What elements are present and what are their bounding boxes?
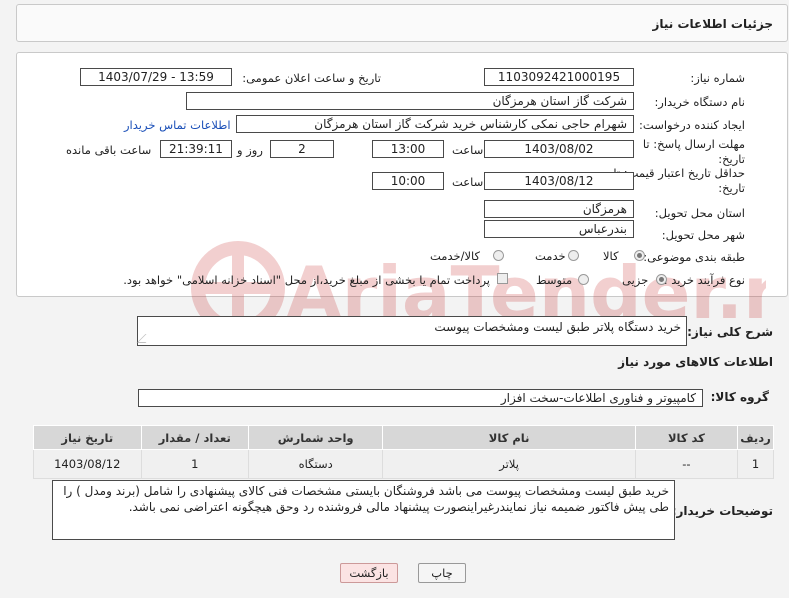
back-button[interactable]: بازگشت bbox=[340, 563, 398, 583]
cell-need-date: 1403/08/12 bbox=[33, 449, 142, 479]
remaining-days-field: 2 bbox=[270, 140, 334, 158]
cell-item-code: -- bbox=[634, 449, 738, 479]
delivery-province-field: هرمزگان bbox=[484, 200, 634, 218]
buyer-org-field: شرکت گاز استان هرمزگان bbox=[186, 92, 634, 110]
cell-row-number: 1 bbox=[736, 449, 775, 479]
buyer-notes-label: توضیحات خریدار: bbox=[671, 504, 773, 518]
buyer-notes-text: خرید طبق لیست ومشخصات پیوست می باشد فروش… bbox=[63, 484, 669, 514]
requester-field: شهرام حاجی نمکی کارشناس خرید شرکت گاز اس… bbox=[236, 115, 634, 133]
days-label: روز و bbox=[237, 143, 263, 157]
reply-deadline-date-field: 1403/08/02 bbox=[484, 140, 634, 158]
reply-time-field: 13:00 bbox=[372, 140, 444, 158]
reply-time-label: ساعت bbox=[452, 143, 484, 157]
header-bar: جزئیات اطلاعات نیاز bbox=[16, 4, 788, 42]
delivery-province-label: استان محل تحویل: bbox=[654, 206, 745, 220]
goods-group-label: گروه کالا: bbox=[710, 390, 769, 404]
print-button[interactable]: چاپ bbox=[418, 563, 466, 583]
category-goods-radio[interactable] bbox=[634, 250, 645, 261]
goods-table: ردیف کد کالا نام کالا واحد شمارش تعداد /… bbox=[33, 425, 775, 479]
resize-handle bbox=[136, 334, 155, 343]
summary-label: شرح کلی نیاز: bbox=[687, 325, 773, 339]
delivery-city-label: شهر محل تحویل: bbox=[661, 228, 745, 242]
col-quantity: تعداد / مقدار bbox=[140, 425, 249, 450]
category-goods-label: کالا bbox=[603, 249, 619, 263]
col-need-date: تاریخ نیاز bbox=[33, 425, 142, 450]
summary-text: خرید دستگاه پلاتر طبق لیست ومشخصات پیوست bbox=[434, 320, 681, 334]
announce-datetime-label: تاریخ و ساعت اعلان عمومی: bbox=[242, 71, 381, 85]
buyer-org-label: نام دستگاه خریدار: bbox=[654, 95, 745, 109]
remaining-time-field: 21:39:11 bbox=[160, 140, 232, 158]
col-item-name: نام کالا bbox=[382, 425, 636, 450]
cell-quantity: 1 bbox=[140, 449, 249, 479]
purchase-type-label: نوع فرآیند خرید : bbox=[663, 273, 745, 287]
price-validity-date-field: 1403/08/12 bbox=[484, 172, 634, 190]
delivery-city-field: بندرعباس bbox=[484, 220, 634, 238]
treasury-payment-note: پرداخت تمام یا بخشی از مبلغ خرید،از محل … bbox=[123, 273, 490, 287]
purchase-minor-label: جزیی bbox=[622, 273, 649, 287]
purchase-medium-label: متوسط bbox=[536, 273, 573, 287]
category-service-radio[interactable] bbox=[568, 250, 579, 261]
category-service-label: خدمت bbox=[535, 249, 566, 263]
col-row-number: ردیف bbox=[736, 425, 775, 450]
reply-deadline-label: مهلت ارسال پاسخ: تا تاریخ: bbox=[642, 137, 745, 166]
col-unit: واحد شمارش bbox=[247, 425, 384, 450]
remaining-label: ساعت باقی مانده bbox=[66, 143, 152, 157]
table-row: 1 -- پلاتر دستگاه 1 1403/08/12 bbox=[33, 449, 775, 479]
col-item-code: کد کالا bbox=[634, 425, 738, 450]
buyer-notes-textarea: خرید طبق لیست ومشخصات پیوست می باشد فروش… bbox=[52, 480, 675, 540]
category-goods-service-radio[interactable] bbox=[493, 250, 504, 261]
page-title: جزئیات اطلاعات نیاز bbox=[652, 17, 773, 31]
price-validity-time-field: 10:00 bbox=[372, 172, 444, 190]
purchase-medium-radio[interactable] bbox=[578, 274, 589, 285]
table-header-row: ردیف کد کالا نام کالا واحد شمارش تعداد /… bbox=[33, 425, 775, 450]
need-number-field: 1103092421000195 bbox=[484, 68, 634, 86]
goods-group-field: کامپیوتر و فناوری اطلاعات-سخت افزار bbox=[138, 389, 703, 407]
announce-datetime-field: 1403/07/29 - 13:59 bbox=[80, 68, 232, 86]
need-number-label: شماره نیاز: bbox=[690, 71, 745, 85]
requester-label: ایجاد کننده درخواست: bbox=[639, 118, 745, 132]
price-validity-time-label: ساعت bbox=[452, 175, 484, 189]
category-goods-service-label: کالا/خدمت bbox=[430, 249, 481, 263]
purchase-minor-radio[interactable] bbox=[656, 274, 667, 285]
category-label: طبقه بندی موضوعی: bbox=[643, 250, 745, 264]
buyer-contact-link[interactable]: اطلاعات تماس خریدار bbox=[124, 118, 231, 132]
goods-section-title: اطلاعات کالاهای مورد نیاز bbox=[618, 355, 773, 369]
summary-textarea: خرید دستگاه پلاتر طبق لیست ومشخصات پیوست bbox=[136, 316, 687, 346]
cell-unit: دستگاه bbox=[247, 449, 384, 479]
treasury-payment-checkbox[interactable] bbox=[497, 273, 508, 284]
cell-item-name: پلاتر bbox=[382, 449, 636, 479]
